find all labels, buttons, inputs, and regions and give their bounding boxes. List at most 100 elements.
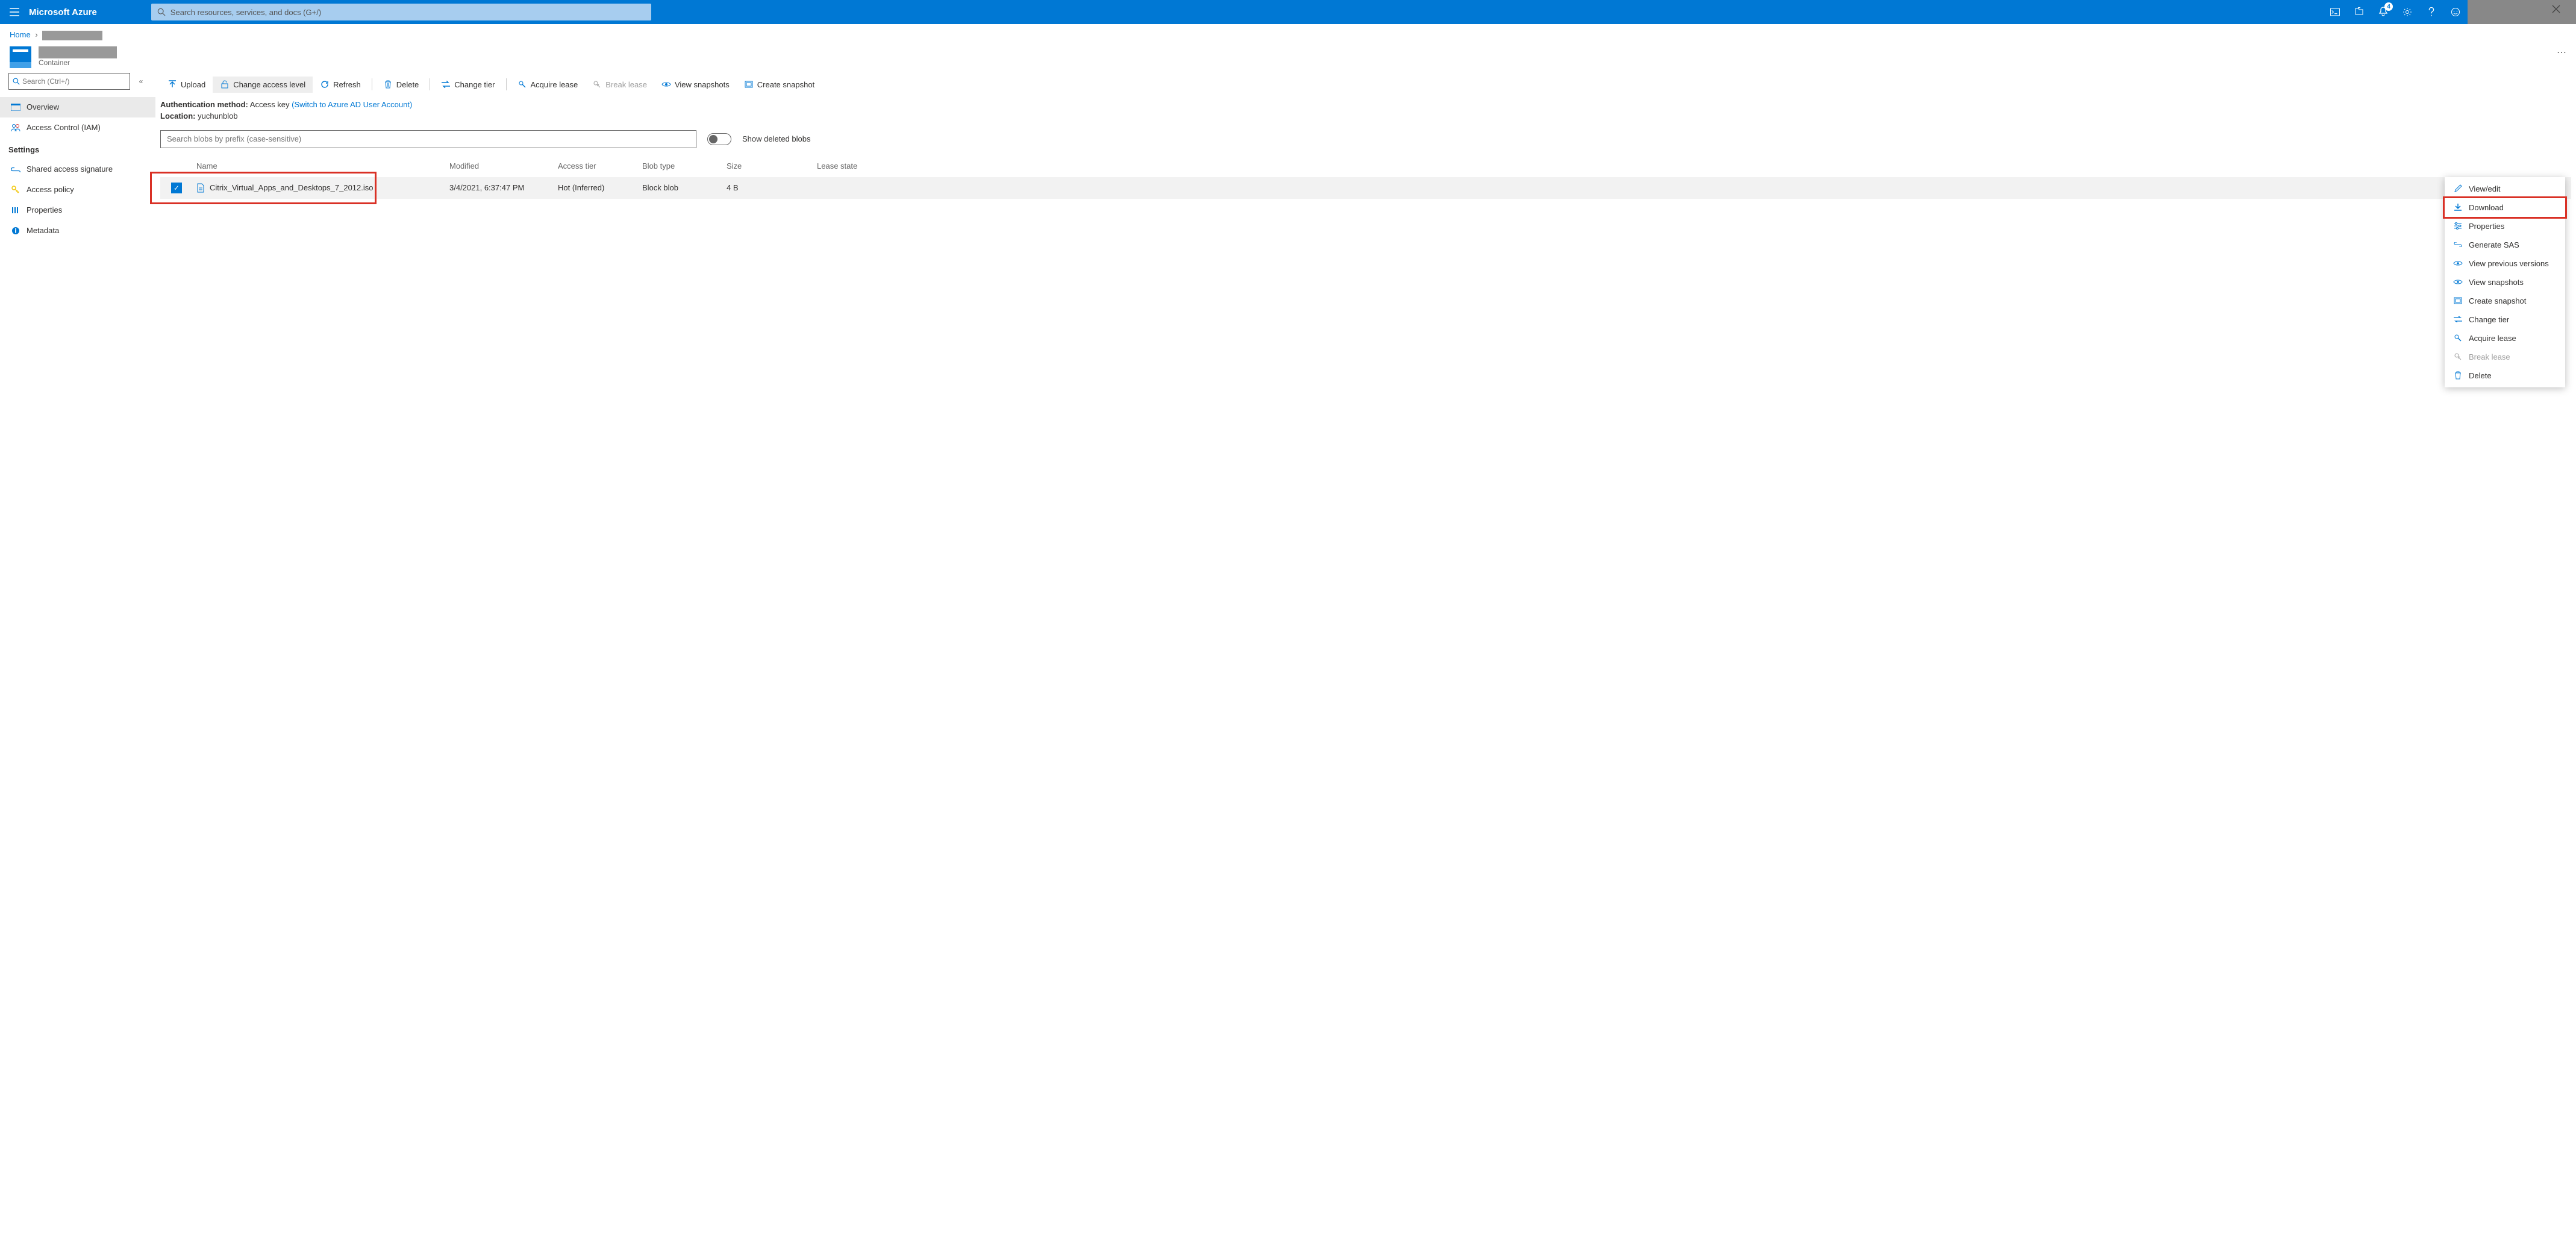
page-title [39,46,117,58]
row-name[interactable]: Citrix_Virtual_Apps_and_Desktops_7_2012.… [210,183,374,192]
row-checkbox[interactable]: ✓ [171,183,182,193]
eye-icon [2453,260,2463,266]
search-icon [13,78,20,85]
properties-icon [11,206,20,214]
sidebar-item-label: Shared access signature [27,164,113,173]
sidebar-item-label: Access policy [27,185,74,194]
eye-icon [661,81,671,88]
collapse-sidebar-icon[interactable]: « [135,77,147,86]
view-snapshots-button[interactable]: View snapshots [654,77,737,93]
content-pane: Upload Change access level Refresh Delet… [155,73,2576,1241]
row-access-tier: Hot (Inferred) [558,183,642,192]
hamburger-menu-icon[interactable] [0,0,29,24]
swap-icon [441,81,451,88]
ctx-properties[interactable]: Properties [2445,217,2565,236]
top-icons: 4 [2323,0,2468,24]
col-size[interactable]: Size [727,161,817,170]
row-more-icon[interactable]: ⋯ [883,183,2571,193]
create-snapshot-button[interactable]: Create snapshot [737,77,822,93]
sidebar-item-label: Overview [27,102,59,111]
sidebar-item-access-control[interactable]: Access Control (IAM) [0,117,155,138]
ctx-generate-sas[interactable]: Generate SAS [2445,236,2565,254]
sliders-icon [2453,222,2463,230]
lease-icon [2453,334,2463,342]
location-line: Location: yuchunblob [160,110,2571,122]
breadcrumb-home[interactable]: Home [10,30,31,39]
overview-icon [11,104,20,111]
col-blob-type[interactable]: Blob type [642,161,727,170]
sidebar-settings-header: Settings [8,138,147,159]
switch-auth-link[interactable]: (Switch to Azure AD User Account) [292,100,412,109]
brand-label[interactable]: Microsoft Azure [29,7,151,17]
sidebar-item-metadata[interactable]: Metadata [0,220,155,241]
show-deleted-toggle[interactable] [707,133,731,145]
upload-button[interactable]: Upload [160,77,213,93]
more-actions-icon[interactable]: ⋯ [2557,46,2566,58]
col-modified[interactable]: Modified [449,161,558,170]
eye-icon [2453,279,2463,285]
global-search-input[interactable] [166,8,645,17]
col-access-tier[interactable]: Access tier [558,161,642,170]
ctx-download[interactable]: Download [2445,198,2565,217]
sidebar-item-label: Metadata [27,226,59,235]
people-icon [11,123,20,132]
sidebar-item-shared-signature[interactable]: Shared access signature [0,159,155,180]
refresh-icon [320,80,330,89]
sidebar-item-access-policy[interactable]: Access policy [0,180,155,200]
break-lease-button: Break lease [585,77,654,93]
col-lease-state[interactable]: Lease state [817,161,883,170]
sidebar-item-overview[interactable]: Overview [0,97,155,117]
row-modified: 3/4/2021, 6:37:47 PM [449,183,558,192]
settings-gear-icon[interactable] [2395,0,2419,24]
breadcrumb-current[interactable] [42,31,102,40]
sidebar-item-label: Properties [27,205,62,214]
col-name[interactable]: Name [196,161,449,170]
info-icon [11,227,20,235]
ctx-view-edit[interactable]: View/edit [2445,180,2565,198]
blob-prefix-input[interactable] [167,131,690,148]
ctx-view-previous-versions[interactable]: View previous versions [2445,254,2565,273]
chevron-right-icon: › [33,30,40,39]
ctx-delete[interactable]: Delete [2445,366,2565,385]
top-bar: Microsoft Azure 4 [0,0,2576,24]
file-icon [196,183,205,193]
row-blob-type: Block blob [642,183,727,192]
ctx-create-snapshot[interactable]: Create snapshot [2445,292,2565,310]
notifications-icon[interactable]: 4 [2371,0,2395,24]
acquire-lease-button[interactable]: Acquire lease [510,77,586,93]
command-bar: Upload Change access level Refresh Delet… [160,73,2571,99]
change-tier-button[interactable]: Change tier [434,77,502,93]
delete-button[interactable]: Delete [376,77,427,93]
sidebar-search[interactable] [8,73,130,90]
sidebar-item-properties[interactable]: Properties [0,200,155,220]
ctx-change-tier[interactable]: Change tier [2445,310,2565,329]
refresh-button[interactable]: Refresh [313,77,368,93]
global-search[interactable] [151,4,651,20]
feedback-icon[interactable] [2443,0,2468,24]
link-icon [2453,242,2463,247]
page-header: Container ⋯ [0,44,2576,73]
pencil-icon [2453,184,2463,193]
ctx-break-lease: Break lease [2445,348,2565,366]
blob-prefix-search[interactable] [160,130,696,148]
cloud-shell-icon[interactable] [2323,0,2347,24]
download-icon [2453,203,2463,211]
auth-method-line: Authentication method: Access key (Switc… [160,99,2571,110]
lease-icon [517,80,527,89]
directories-icon[interactable] [2347,0,2371,24]
snapshot-icon [2453,297,2463,304]
trash-icon [383,80,393,89]
ctx-acquire-lease[interactable]: Acquire lease [2445,329,2565,348]
break-lease-icon [2453,352,2463,361]
ctx-view-snapshots[interactable]: View snapshots [2445,273,2565,292]
show-deleted-label: Show deleted blobs [742,134,810,143]
context-menu: View/edit Download Properties Generate S… [2445,177,2565,387]
search-icon [157,8,166,16]
sidebar-search-input[interactable] [20,77,126,86]
close-icon[interactable] [2547,0,2565,18]
sidebar: « Overview Access Control (IAM) Settings… [0,73,155,1241]
table-row[interactable]: ✓ Citrix_Virtual_Apps_and_Desktops_7_201… [160,177,2571,199]
page-subtitle: Container [39,58,2557,67]
help-icon[interactable] [2419,0,2443,24]
change-access-level-button[interactable]: Change access level [213,77,313,93]
